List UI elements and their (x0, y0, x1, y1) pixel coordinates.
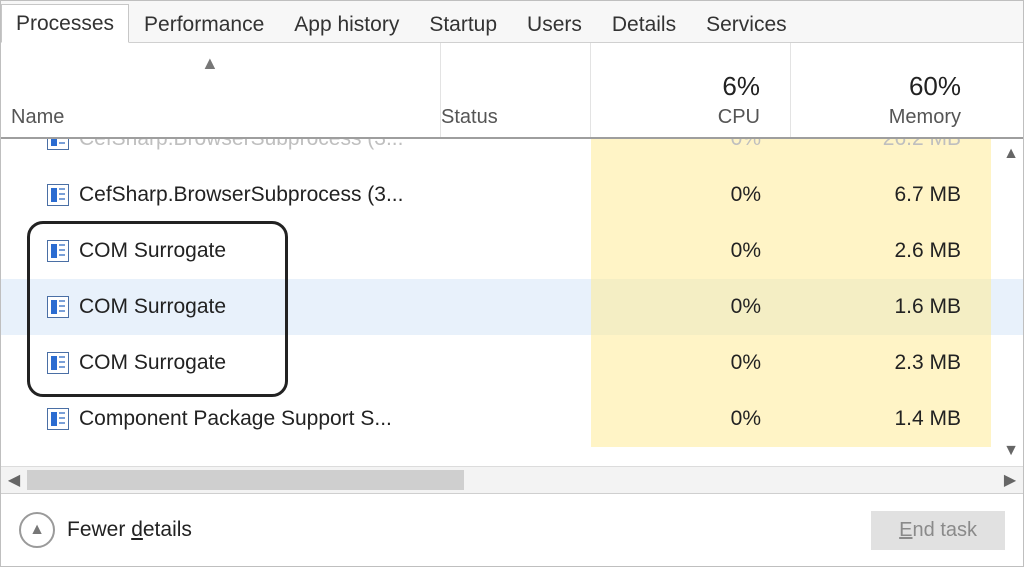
process-name-cell: COM Surrogate (1, 295, 441, 319)
table-row[interactable]: Component Package Support S... 0%1.4 MB (1, 391, 1023, 447)
process-name: CefSharp.BrowserSubprocess (3... (79, 139, 403, 151)
vertical-scrollbar[interactable]: ▲ ▼ (999, 139, 1023, 466)
hscroll-track[interactable] (27, 467, 997, 493)
column-header-memory[interactable]: 60% Memory (791, 43, 991, 137)
end-task-key: E (899, 519, 912, 541)
tab-users[interactable]: Users (512, 5, 597, 43)
process-cpu-cell: 0% (591, 139, 791, 167)
process-cpu-cell: 0% (591, 167, 791, 223)
process-memory-cell: 6.7 MB (791, 167, 991, 223)
process-name-cell: CefSharp.BrowserSubprocess (3... (1, 139, 441, 151)
tab-services[interactable]: Services (691, 5, 802, 43)
fewer-details-button[interactable]: ▲ Fewer details (19, 512, 192, 548)
process-memory-cell: 26.2 MB (791, 139, 991, 167)
process-cpu-cell: 0% (591, 391, 791, 447)
table-row[interactable]: CefSharp.BrowserSubprocess (3... 0%6.7 MB (1, 167, 1023, 223)
table-row[interactable]: COM Surrogate 0%2.3 MB (1, 335, 1023, 391)
sort-caret-icon: ▲ (201, 53, 219, 74)
column-headers: ▲ Name Status 6% CPU 60% Memory (1, 43, 1023, 139)
process-name-cell: Component Package Support S... (1, 407, 441, 431)
task-manager-window: ProcessesPerformanceApp historyStartupUs… (0, 0, 1024, 567)
process-memory-cell: 2.6 MB (791, 223, 991, 279)
process-name: COM Surrogate (79, 295, 226, 319)
process-cpu-cell: 0% (591, 335, 791, 391)
end-task-button[interactable]: End task (871, 511, 1005, 550)
process-memory-cell: 1.4 MB (791, 391, 991, 447)
process-icon (47, 184, 69, 206)
process-name: COM Surrogate (79, 239, 226, 263)
fewer-details-pre: Fewer (67, 518, 131, 541)
process-icon (47, 240, 69, 262)
process-cpu-cell: 0% (591, 279, 791, 335)
cpu-total: 6% (591, 71, 760, 102)
process-icon (47, 352, 69, 374)
memory-total: 60% (791, 71, 961, 102)
hscroll-thumb[interactable] (27, 470, 464, 490)
column-header-cpu[interactable]: 6% CPU (591, 43, 791, 137)
tab-startup[interactable]: Startup (414, 5, 512, 43)
table-row[interactable]: COM Surrogate 0%1.6 MB (1, 279, 1023, 335)
column-header-cpu-label: CPU (591, 106, 760, 129)
column-header-status-label: Status (441, 106, 590, 129)
scroll-right-icon[interactable]: ▶ (997, 467, 1023, 493)
column-header-name[interactable]: ▲ Name (1, 43, 441, 137)
fewer-details-key: d (131, 518, 143, 541)
horizontal-scrollbar[interactable]: ◀ ▶ (1, 466, 1023, 493)
tab-processes[interactable]: Processes (1, 4, 129, 43)
process-icon (47, 408, 69, 430)
tab-performance[interactable]: Performance (129, 5, 279, 43)
process-name-cell: COM Surrogate (1, 351, 441, 375)
column-header-memory-label: Memory (791, 106, 961, 129)
process-icon (47, 139, 69, 150)
chevron-up-icon: ▲ (19, 512, 55, 548)
process-name: Component Package Support S... (79, 407, 392, 431)
scroll-down-icon[interactable]: ▼ (1003, 442, 1019, 460)
process-cpu-cell: 0% (591, 223, 791, 279)
process-memory-cell: 2.3 MB (791, 335, 991, 391)
process-list: CefSharp.BrowserSubprocess (3...0%26.2 M… (1, 139, 1023, 447)
process-name: CefSharp.BrowserSubprocess (3... (79, 183, 403, 207)
process-name-cell: CefSharp.BrowserSubprocess (3... (1, 183, 441, 207)
footer: ▲ Fewer details End task (1, 493, 1023, 566)
table-row[interactable]: CefSharp.BrowserSubprocess (3... 0%26.2 M… (1, 139, 1023, 167)
tab-details[interactable]: Details (597, 5, 691, 43)
scroll-up-icon[interactable]: ▲ (1003, 145, 1019, 163)
process-memory-cell: 1.6 MB (791, 279, 991, 335)
column-header-status[interactable]: Status (441, 43, 591, 137)
fewer-details-post: etails (143, 518, 192, 541)
column-header-name-label: Name (11, 106, 440, 129)
process-name: COM Surrogate (79, 351, 226, 375)
process-icon (47, 296, 69, 318)
tab-app-history[interactable]: App history (279, 5, 414, 43)
table-row[interactable]: COM Surrogate 0%2.6 MB (1, 223, 1023, 279)
scroll-left-icon[interactable]: ◀ (1, 467, 27, 493)
fewer-details-label: Fewer details (67, 518, 192, 542)
process-list-viewport: CefSharp.BrowserSubprocess (3...0%26.2 M… (1, 139, 1023, 466)
tabstrip: ProcessesPerformanceApp historyStartupUs… (1, 1, 1023, 43)
process-name-cell: COM Surrogate (1, 239, 441, 263)
end-task-post: nd task (913, 519, 977, 541)
